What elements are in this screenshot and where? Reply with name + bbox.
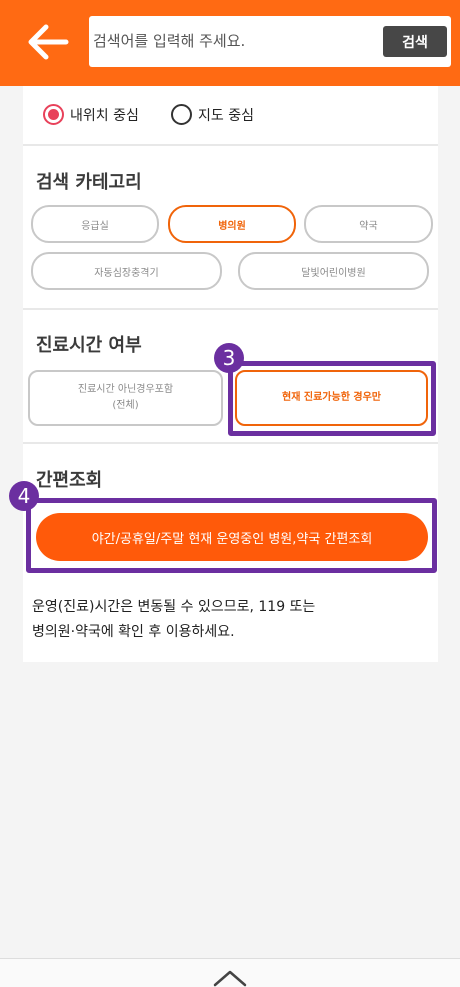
back-arrow-icon bbox=[28, 24, 69, 60]
step-3-badge: 3 bbox=[214, 343, 244, 373]
search-input[interactable] bbox=[93, 24, 373, 58]
divider bbox=[23, 442, 438, 444]
divider bbox=[23, 144, 438, 146]
hours-option-all-text: 진료시간 아닌경우포함 (전체) bbox=[78, 382, 173, 414]
step-4-badge: 4 bbox=[9, 481, 39, 511]
category-aed[interactable]: 자동심장충격기 bbox=[31, 252, 222, 290]
hours-option-all-line1: 진료시간 아닌경우포함 bbox=[77, 384, 174, 395]
quick-title: 간편조회 bbox=[36, 470, 103, 491]
step-4-highlight bbox=[26, 498, 437, 573]
radio-my-location[interactable]: 내위치 중심 bbox=[43, 104, 139, 125]
hours-option-all[interactable]: 진료시간 아닌경우포함 (전체) bbox=[28, 370, 223, 426]
hours-option-all-line2: (전체) bbox=[112, 400, 139, 411]
notice-line-1: 운영(진료)시간은 변동될 수 있으므로, 119 또는 bbox=[32, 599, 316, 615]
category-emergency-room[interactable]: 응급실 bbox=[31, 205, 159, 243]
search-button[interactable]: 검색 bbox=[383, 26, 447, 57]
notice-line-2: 병의원·약국에 확인 후 이용하세요. bbox=[32, 624, 235, 640]
radio-map-center[interactable]: 지도 중심 bbox=[171, 104, 254, 125]
category-pharmacy[interactable]: 약국 bbox=[304, 205, 433, 243]
radio-selected-icon bbox=[43, 104, 64, 125]
radio-label: 지도 중심 bbox=[198, 107, 254, 124]
filter-panel: 내위치 중심 지도 중심 검색 카테고리 응급실 병의원 약국 자동심장충격기 … bbox=[9, 86, 438, 662]
chevron-up-icon[interactable] bbox=[212, 967, 248, 987]
bottom-bar bbox=[0, 958, 460, 987]
category-hospital[interactable]: 병의원 bbox=[168, 205, 296, 243]
divider bbox=[23, 308, 438, 310]
back-button[interactable] bbox=[26, 22, 70, 62]
radio-unselected-icon bbox=[171, 104, 192, 125]
radio-label: 내위치 중심 bbox=[70, 107, 139, 124]
category-title: 검색 카테고리 bbox=[36, 172, 142, 193]
category-moonlight-childrens-hospital[interactable]: 달빛어린이병원 bbox=[238, 252, 429, 290]
top-bar: 검색 bbox=[0, 0, 460, 86]
step-3-highlight bbox=[228, 361, 436, 436]
search-box: 검색 bbox=[89, 16, 451, 67]
hours-title: 진료시간 여부 bbox=[36, 335, 142, 356]
notice-text: 운영(진료)시간은 변동될 수 있으므로, 119 또는 병의원·약국에 확인 … bbox=[32, 595, 432, 645]
